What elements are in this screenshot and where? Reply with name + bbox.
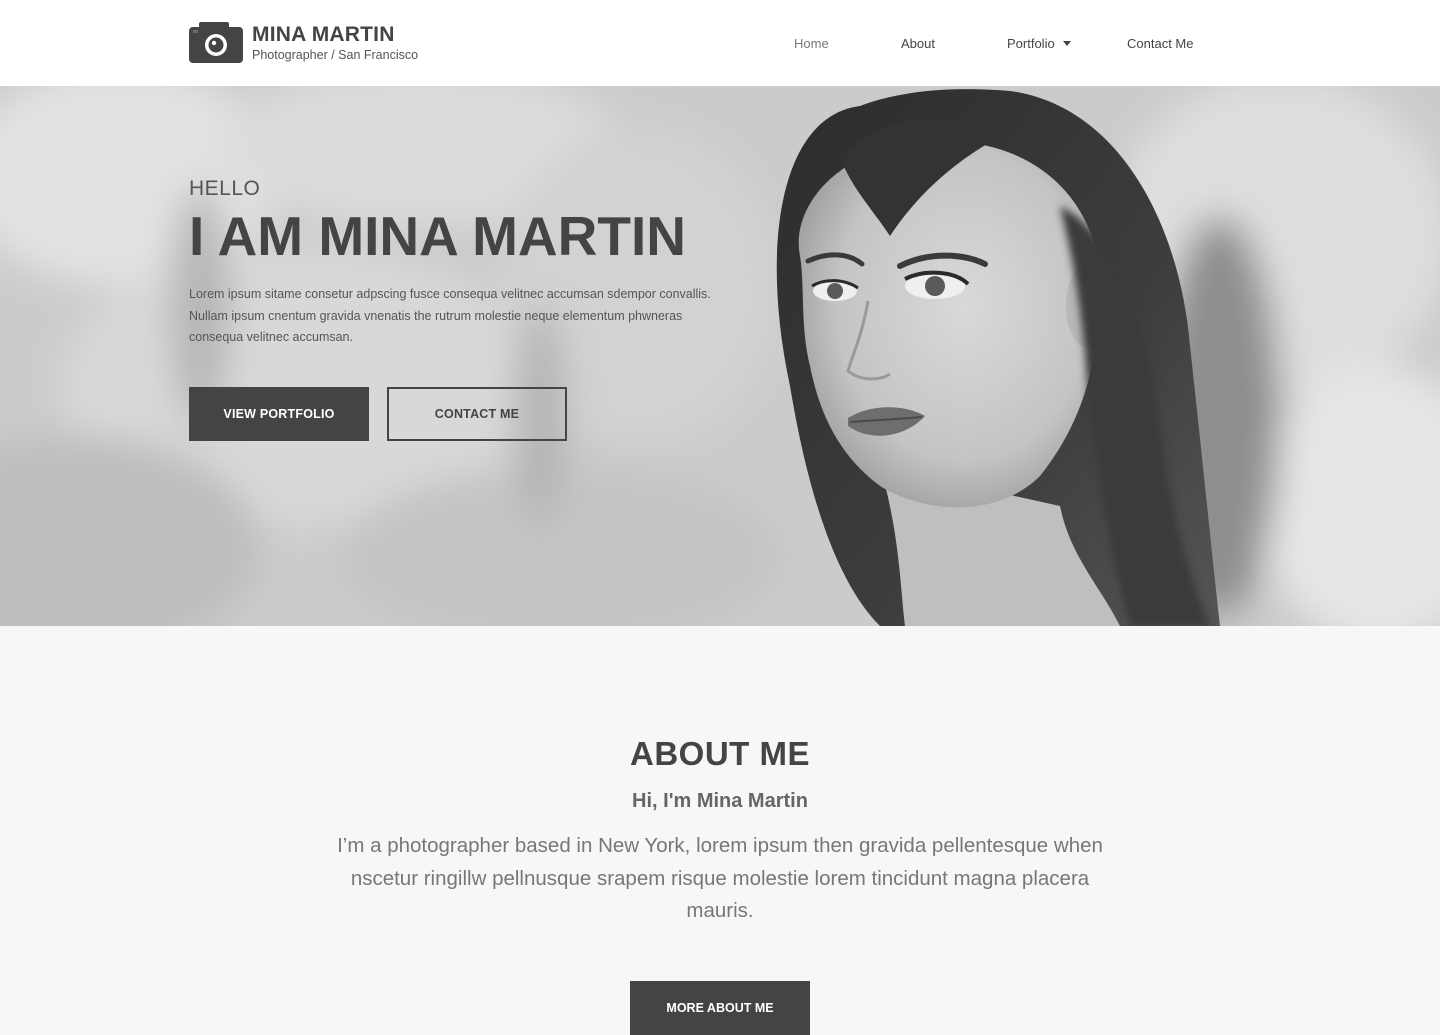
more-about-me-button[interactable]: MORE ABOUT ME: [630, 981, 810, 1035]
nav-item-label: Portfolio: [1007, 36, 1055, 51]
hero-content: HELLO I AM MINA MARTIN Lorem ipsum sitam…: [189, 176, 749, 441]
chevron-down-icon: [1062, 41, 1071, 46]
hero-section: HELLO I AM MINA MARTIN Lorem ipsum sitam…: [0, 86, 1440, 626]
hero-title: I AM MINA MARTIN: [189, 205, 686, 267]
view-portfolio-button[interactable]: VIEW PORTFOLIO: [189, 386, 369, 441]
about-subtitle: Hi, I'm Mina Martin: [632, 790, 808, 812]
hero-description: Lorem ipsum sitame consetur adpscing fus…: [189, 287, 711, 344]
hero-greeting: HELLO: [189, 177, 261, 200]
nav-item-portfolio[interactable]: Portfolio: [1007, 36, 1071, 51]
nav-item-label: Home: [794, 36, 829, 51]
nav-item-contact[interactable]: Contact Me: [1127, 36, 1193, 51]
site-header: MINA MARTIN Photographer / San Francisco…: [0, 0, 1440, 86]
main-nav: Home About Portfolio Contact Me: [0, 36, 1440, 54]
nav-item-label: Contact Me: [1127, 36, 1194, 51]
nav-item-home[interactable]: Home: [794, 36, 829, 51]
contact-me-button[interactable]: CONTACT ME: [387, 386, 567, 441]
about-title: ABOUT ME: [630, 735, 810, 772]
nav-item-label: About: [901, 36, 935, 51]
about-text: I’m a photographer based in New York, lo…: [337, 834, 1103, 922]
hero-buttons: VIEW PORTFOLIO CONTACT ME: [189, 386, 749, 441]
about-section: ABOUT ME Hi, I'm Mina Martin I’m a photo…: [0, 626, 1440, 1035]
nav-item-about[interactable]: About: [901, 36, 935, 51]
